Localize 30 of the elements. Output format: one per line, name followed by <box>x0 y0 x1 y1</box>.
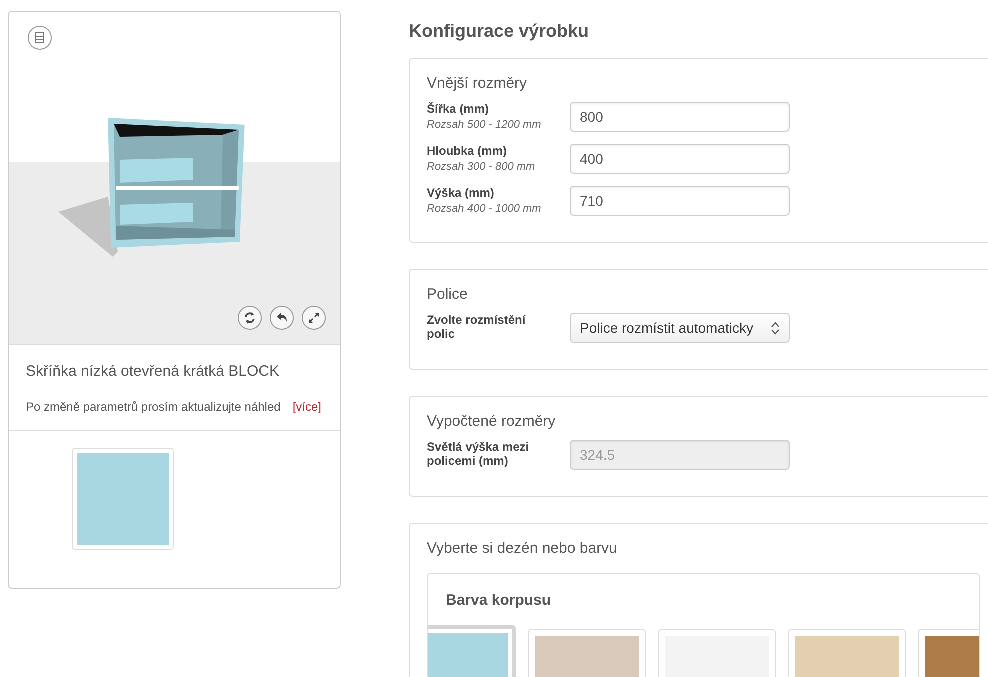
product-name: Skříňka nízká otevřená krátká BLOCK <box>26 363 280 380</box>
preview-note: Po změně parametrů prosím aktualizujte náhled <box>26 400 281 414</box>
section-title: Vyberte si dezén nebo barvu <box>427 540 618 557</box>
thumbnail[interactable] <box>72 448 174 550</box>
group-title: Barva korpusu <box>446 592 552 609</box>
range-hint: Rozsah 300 - 800 mm <box>427 161 536 173</box>
field-label: Výška (mm) <box>427 186 496 200</box>
section-title: Vypočtené rozměry <box>427 413 557 430</box>
color-swatch[interactable] <box>658 629 776 677</box>
more-link[interactable]: [více] <box>292 400 322 414</box>
field-label: Světlá výška mezi policemi (mm) <box>427 440 530 468</box>
updown-icon <box>771 322 780 334</box>
section-title: Vnější rozměry <box>427 75 528 92</box>
page-title: Konfigurace výrobku <box>409 21 590 42</box>
input-field[interactable]: 710 <box>570 186 790 216</box>
field-label: Hloubka (mm) <box>427 144 508 158</box>
field-label: Zvolte rozmístění polic <box>427 313 527 341</box>
fullscreen-icon[interactable] <box>302 306 326 330</box>
input-field[interactable]: 400 <box>570 144 790 174</box>
shelf-select[interactable]: Police rozmístit automaticky <box>570 313 790 343</box>
rotate-icon[interactable] <box>238 306 262 330</box>
range-hint: Rozsah 400 - 1000 mm <box>427 203 542 215</box>
range-hint: Rozsah 500 - 1200 mm <box>427 119 542 131</box>
cabinet-icon[interactable] <box>28 26 52 50</box>
section-title: Police <box>427 286 469 303</box>
color-swatch[interactable] <box>528 629 646 677</box>
undo-icon[interactable] <box>270 306 294 330</box>
field-label: Šířka (mm) <box>427 102 490 116</box>
input-field[interactable]: 800 <box>570 102 790 132</box>
color-swatch[interactable] <box>788 629 906 677</box>
